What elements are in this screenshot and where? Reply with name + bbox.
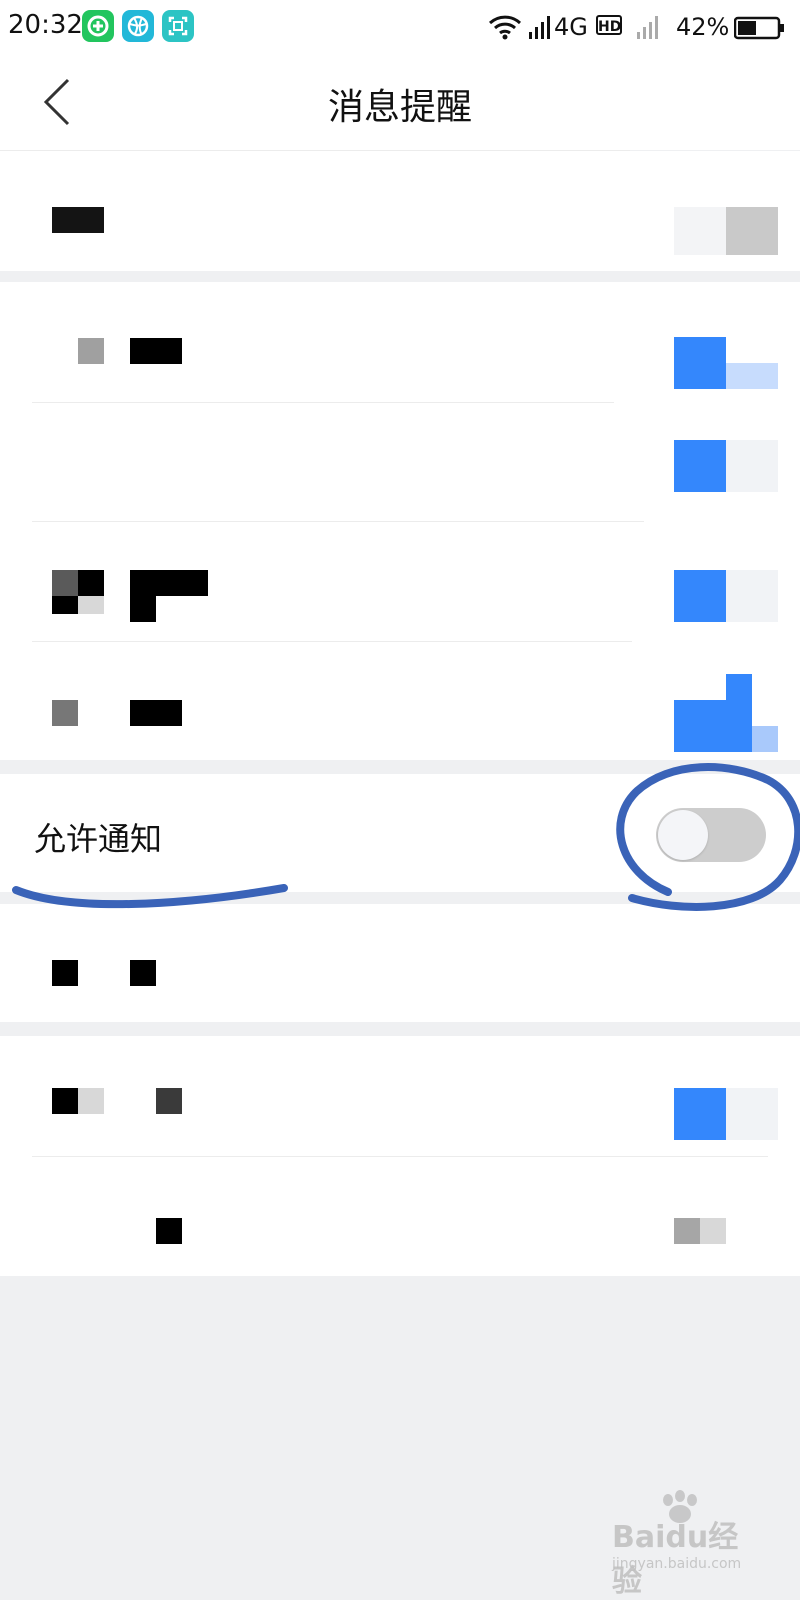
- row-divider: [32, 402, 614, 403]
- redacted-toggle-part: [752, 726, 778, 752]
- redacted-label: [130, 960, 156, 986]
- redacted-value[interactable]: [674, 1218, 700, 1244]
- row-divider: [32, 521, 644, 522]
- wifi-icon: [488, 15, 522, 40]
- redacted-icon: [78, 570, 104, 596]
- redacted-label: [130, 570, 208, 596]
- redacted-icon: [52, 700, 78, 726]
- row-divider: [32, 641, 632, 642]
- allow-notifications-label: 允许通知: [34, 820, 163, 858]
- settings-section-1: [0, 151, 800, 271]
- redacted-label: [156, 1088, 182, 1114]
- nav-header: 消息提醒: [0, 56, 800, 150]
- watermark: Baidu经验 jingyan.baidu.com: [612, 1490, 762, 1599]
- redacted-label: [130, 700, 182, 726]
- redacted-label: [52, 960, 78, 986]
- redacted-icon: [78, 596, 104, 614]
- watermark-url: jingyan.baidu.com: [612, 1556, 742, 1572]
- scan-app-icon: [162, 10, 194, 42]
- page-title: 消息提醒: [327, 87, 472, 128]
- toggle-knob: [658, 810, 708, 860]
- redacted-toggle[interactable]: [726, 674, 752, 700]
- status-indicators: 4G HD 42%: [480, 0, 800, 56]
- redacted-icon: [52, 1088, 78, 1114]
- redacted-icon: [52, 596, 78, 614]
- redacted-toggle[interactable]: [674, 570, 726, 622]
- row-divider: [32, 1156, 768, 1157]
- redacted-label: [130, 338, 182, 364]
- signal-weak-icon: [637, 16, 658, 39]
- redacted-toggle-part: [674, 700, 752, 726]
- settings-section-4: [0, 1036, 800, 1276]
- redacted-toggle[interactable]: [674, 1088, 726, 1140]
- hd-badge: HD: [596, 15, 622, 35]
- redacted-value: [700, 1218, 726, 1244]
- redacted-toggle-part: [726, 363, 778, 389]
- battery-icon: [734, 16, 784, 40]
- status-time: 20:32: [8, 10, 83, 40]
- redacted-toggle-part: [726, 570, 778, 622]
- redacted-label: [156, 1218, 182, 1244]
- battery-percent: 42%: [676, 13, 730, 41]
- signal-icon: [529, 16, 550, 39]
- redacted-toggle-part: [674, 726, 752, 752]
- redacted-toggle-part: [726, 440, 778, 492]
- settings-section-3: [0, 904, 800, 1022]
- redacted-toggle-part: [726, 1088, 778, 1140]
- settings-section-2: [0, 282, 800, 760]
- redacted-icon: [78, 1088, 104, 1114]
- green-app-icon: [82, 10, 114, 42]
- allow-notifications-toggle[interactable]: [656, 808, 766, 862]
- redacted-icon: [52, 570, 78, 596]
- network-type: 4G: [554, 13, 588, 41]
- redacted-toggle[interactable]: [674, 337, 726, 389]
- redacted-icon: [78, 338, 104, 364]
- redacted-label: [130, 596, 156, 622]
- redacted-toggle[interactable]: [674, 440, 726, 492]
- status-bar: 20:32 4G HD 42%: [0, 0, 800, 56]
- basketball-app-icon: [122, 10, 154, 42]
- redacted-value[interactable]: [674, 207, 778, 255]
- redacted-label: [52, 207, 104, 233]
